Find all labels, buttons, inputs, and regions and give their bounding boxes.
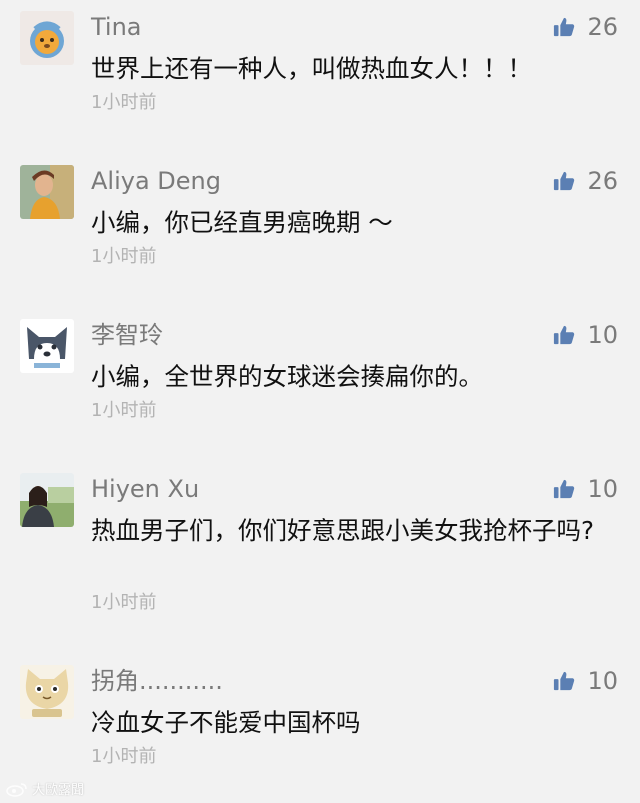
like-count: 10 [587,321,618,349]
comment-text: 热血男子们，你们好意思跟小美女我抢杯子吗? [91,516,595,545]
like-button[interactable]: 26 [553,12,618,42]
woman-outdoor-avatar-icon[interactable] [20,473,74,527]
comment-time: 1小时前 [91,246,157,267]
like-button[interactable]: 26 [553,166,618,196]
thumbs-up-icon [554,17,575,37]
comment-time: 1小时前 [91,592,157,613]
like-button[interactable]: 10 [553,666,618,696]
like-count: 26 [587,13,618,41]
thumbs-up-icon [554,325,575,345]
commenter-name[interactable]: Aliya Deng [91,166,221,196]
thumbs-up-icon [554,479,575,499]
commenter-name[interactable]: Tina [91,12,142,42]
like-button[interactable]: 10 [553,320,618,350]
comment-text: 小编，你已经直男癌晚期 ～ [91,208,393,237]
commenter-name[interactable]: 李智玲 [91,320,163,350]
comment-text: 冷血女子不能爱中国杯吗 [91,708,361,737]
husky-dog-avatar-icon[interactable] [20,319,74,373]
comment-text: 世界上还有一种人，叫做热血女人！！！ [91,54,532,83]
thumbs-up-icon [554,171,575,191]
weibo-logo-icon [6,782,27,797]
woman-photo-avatar-icon[interactable] [20,165,74,219]
comment-time: 1小时前 [91,92,157,113]
watermark: 大歐露聞 [6,779,84,798]
comment-time: 1小时前 [91,400,157,421]
like-button[interactable]: 10 [553,474,618,504]
like-count: 10 [587,475,618,503]
cartoon-cat-avatar-icon[interactable] [20,665,74,719]
thumbs-up-icon [554,671,575,691]
comment-time: 1小时前 [91,746,157,767]
like-count: 10 [587,667,618,695]
commenter-name[interactable]: Hiyen Xu [91,474,199,504]
comment-text: 小编，全世界的女球迷会揍扁你的。 [91,362,483,391]
like-count: 26 [587,167,618,195]
watermark-text: 大歐露聞 [32,783,85,798]
commenter-name[interactable]: 拐角........... [91,666,223,696]
cartoon-lion-avatar-icon[interactable] [20,11,74,65]
